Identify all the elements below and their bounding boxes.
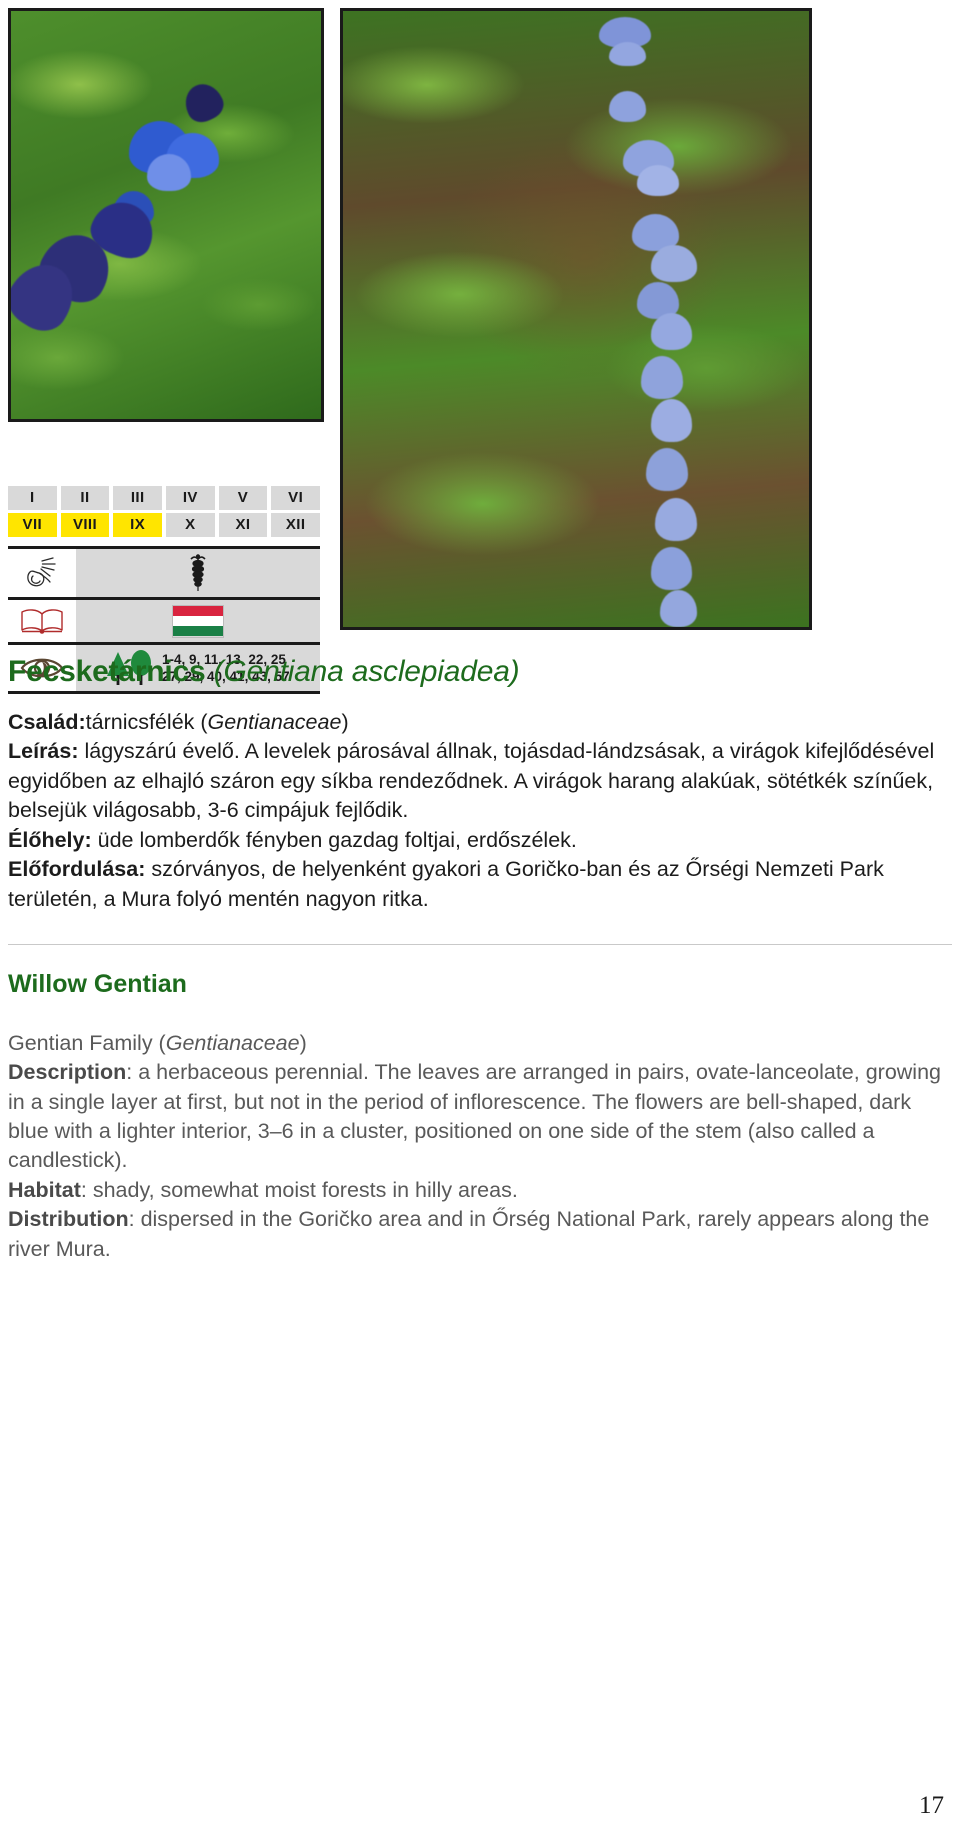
english-distribution-label: Distribution — [8, 1207, 129, 1232]
flag-stripe-red — [173, 605, 223, 616]
hungarian-description-line: Leírás: lágyszárú évelő. A levelek páros… — [8, 737, 952, 825]
blossom — [636, 165, 679, 196]
english-distribution-text: : dispersed in the Goričko area and in Ő… — [8, 1207, 930, 1261]
caduceus-icon — [190, 554, 206, 591]
hungarian-flag-icon — [172, 604, 224, 638]
month-cell-5[interactable]: V — [218, 486, 268, 510]
symbol-row-protection — [8, 600, 320, 645]
country-cell — [76, 600, 320, 642]
hungarian-family-label: Család: — [8, 710, 86, 734]
blossom — [650, 245, 698, 283]
hungarian-family-latin: Gentianaceae — [207, 710, 342, 734]
blossom — [645, 448, 688, 492]
species-description: Fecsketárnics (Gentiana asclepiadea) Csa… — [8, 655, 952, 1264]
english-family-text: Gentian Family ( — [8, 1030, 166, 1055]
photo-right — [340, 8, 812, 630]
month-cell-8[interactable]: VIII — [60, 513, 110, 537]
hungarian-distribution-label: Előfordulása: — [8, 857, 146, 882]
english-habitat-line: Habitat: shady, somewhat moist forests i… — [8, 1176, 952, 1205]
hungarian-description-text: lágyszárú évelő. A levelek párosával áll… — [8, 739, 935, 823]
hungarian-family-line: Család:tárnicsfélék (Gentianaceae) — [8, 708, 952, 737]
blossom — [659, 590, 698, 627]
month-cell-9[interactable]: IX — [113, 513, 162, 537]
photo-left-foliage — [11, 11, 321, 419]
flag-stripe-white — [173, 615, 223, 627]
english-distribution-line: Distribution: dispersed in the Goričko a… — [8, 1205, 952, 1264]
month-cell-6[interactable]: VI — [271, 486, 320, 510]
hungarian-distribution-line: Előfordulása: szórványos, de helyenként … — [8, 855, 952, 914]
hungarian-family-value: tárnicsfélék ( — [85, 710, 208, 734]
english-habitat-label: Habitat — [8, 1177, 81, 1202]
open-book-icon — [8, 600, 76, 642]
hungarian-common-name: Fecsketárnics — [8, 655, 206, 688]
ok-hand-icon — [8, 549, 76, 597]
hungarian-latin-name: (Gentiana asclepiadea) — [213, 655, 520, 688]
medicinal-use-cell — [76, 549, 320, 597]
blossom — [147, 153, 191, 191]
photo-right-foliage — [343, 11, 809, 627]
english-family-line: Gentian Family (Gentianaceae) — [8, 1029, 952, 1058]
section-divider — [8, 944, 952, 946]
flowering-months-grid: I II III IV V VI VII VIII IX X XI XII — [8, 486, 320, 537]
english-body: Gentian Family (Gentianaceae) Descriptio… — [8, 1029, 952, 1265]
page-title-english: Willow Gentian — [8, 970, 187, 999]
hungarian-habitat-label: Élőhely: — [8, 827, 92, 852]
english-description-text: : a herbaceous perennial. The leaves are… — [8, 1060, 942, 1173]
english-family-latin: Gentianaceae — [165, 1030, 300, 1055]
hungarian-habitat-text: üde lomberdők fényben gazdag foltjai, er… — [91, 827, 577, 852]
month-cell-11[interactable]: XI — [218, 513, 268, 537]
blossom — [608, 91, 646, 122]
flag-stripe-green — [173, 626, 223, 637]
english-description-line: Description: a herbaceous perennial. The… — [8, 1058, 952, 1176]
month-cell-4[interactable]: IV — [166, 486, 215, 510]
blossom — [608, 41, 646, 67]
month-cell-2[interactable]: II — [60, 486, 110, 510]
english-family-close: ) — [299, 1030, 307, 1055]
page-number: 17 — [919, 1792, 944, 1819]
hungarian-habitat-line: Élőhely: üde lomberdők fényben gazdag fo… — [8, 826, 952, 855]
photo-left — [8, 8, 324, 422]
hungarian-description-label: Leírás: — [8, 739, 79, 764]
hungarian-body: Család:tárnicsfélék (Gentianaceae) Leírá… — [8, 708, 952, 914]
english-description-label: Description — [8, 1060, 127, 1085]
hungarian-family-close: ) — [341, 710, 349, 734]
english-habitat-text: : shady, somewhat moist forests in hilly… — [80, 1177, 518, 1202]
month-cell-10[interactable]: X — [166, 513, 215, 537]
symbol-row-medicinal — [8, 549, 320, 600]
page-title-hungarian: Fecsketárnics (Gentiana asclepiadea) — [8, 655, 952, 688]
month-cell-1[interactable]: I — [8, 486, 57, 510]
month-cell-12[interactable]: XII — [271, 513, 320, 537]
month-cell-7[interactable]: VII — [8, 513, 57, 537]
month-cell-3[interactable]: III — [113, 486, 162, 510]
